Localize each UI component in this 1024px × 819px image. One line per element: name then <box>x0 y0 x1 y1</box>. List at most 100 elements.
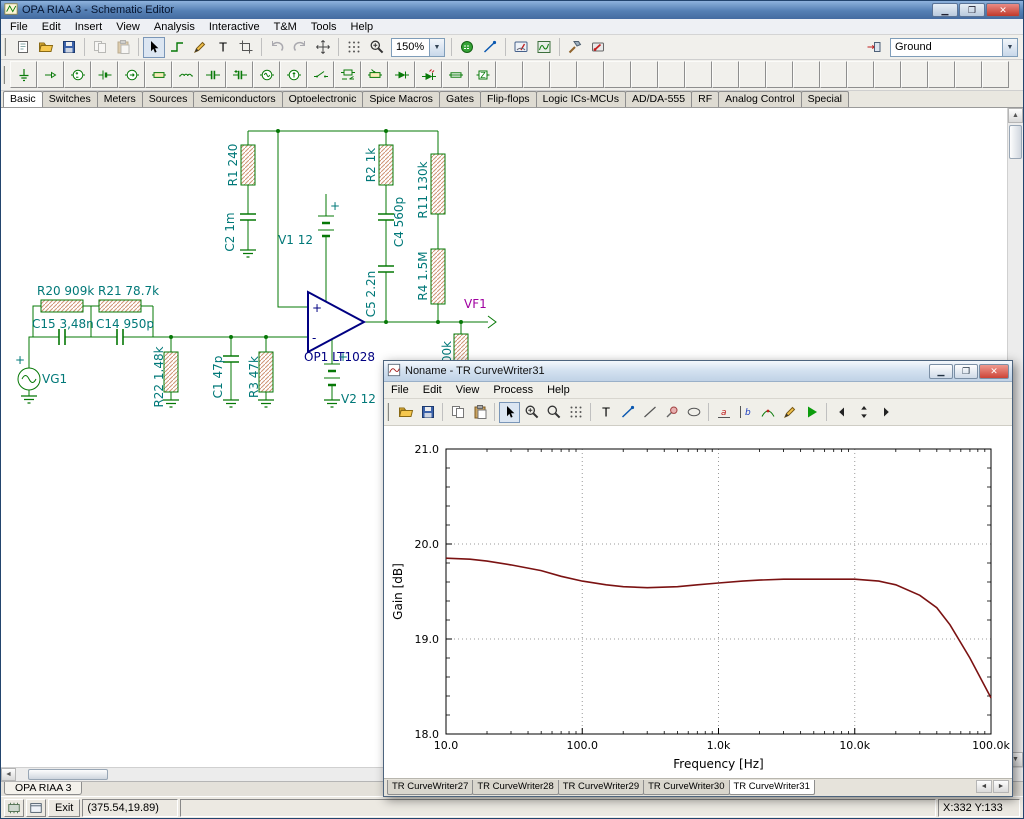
component-inductor-button[interactable] <box>172 61 199 88</box>
resistor-R20[interactable] <box>41 300 83 312</box>
sheet-tab[interactable]: OPA RIAA 3 <box>4 782 82 795</box>
scroll-left-icon[interactable]: ◄ <box>1 768 16 781</box>
slope-tool-button[interactable] <box>479 37 501 58</box>
component-diode-button[interactable] <box>388 61 415 88</box>
tab-flip-flops[interactable]: Flip-flops <box>480 91 537 107</box>
menu-item-tools[interactable]: Tools <box>304 20 344 34</box>
tab-scroll-right-icon[interactable]: ► <box>993 780 1009 793</box>
battery-V1[interactable] <box>318 216 334 236</box>
curve-line-tool-button[interactable] <box>639 402 660 423</box>
redo-button[interactable] <box>289 37 311 58</box>
tab-spice-macros[interactable]: Spice Macros <box>362 91 440 107</box>
curve-cursor-button[interactable] <box>499 402 520 423</box>
component-voltage-source-button[interactable] <box>64 61 91 88</box>
text-button[interactable]: T <box>212 37 234 58</box>
curve-text-button[interactable]: T <box>595 402 616 423</box>
menu-item-insert[interactable]: Insert <box>68 20 110 34</box>
curve-menu-item-edit[interactable]: Edit <box>416 383 449 397</box>
move-button[interactable] <box>312 37 334 58</box>
capacitor-C14[interactable] <box>117 329 123 345</box>
scroll-up-icon[interactable]: ▲ <box>1008 108 1023 123</box>
menu-item-file[interactable]: File <box>3 20 35 34</box>
curve-nav-left-button[interactable] <box>831 402 852 423</box>
component-current-source-button[interactable] <box>118 61 145 88</box>
curve-paste-button[interactable] <box>469 402 490 423</box>
curve-tab-tr-curvewriter30[interactable]: TR CurveWriter30 <box>643 780 729 795</box>
tab-semiconductors[interactable]: Semiconductors <box>193 91 282 107</box>
curve-interpolate-button[interactable] <box>757 402 778 423</box>
capacitor-C2[interactable] <box>240 214 256 220</box>
curve-copy-button[interactable] <box>447 402 468 423</box>
tab-gates[interactable]: Gates <box>439 91 481 107</box>
resistor-R22[interactable] <box>164 352 178 392</box>
curve-tab-tr-curvewriter27[interactable]: TR CurveWriter27 <box>387 780 473 795</box>
grid-button[interactable] <box>343 37 365 58</box>
curve-tab-tr-curvewriter28[interactable]: TR CurveWriter28 <box>472 780 558 795</box>
curve-maximize-button[interactable]: ❐ <box>954 364 978 379</box>
window-icon[interactable] <box>26 799 46 817</box>
resistor-R4[interactable] <box>431 249 445 304</box>
component-switch-button[interactable] <box>307 61 334 88</box>
curve-mark-a-button[interactable]: a <box>713 402 734 423</box>
output-pin-VF1[interactable] <box>488 316 496 328</box>
paste-button[interactable] <box>112 37 134 58</box>
curve-toolbar-grip[interactable] <box>387 403 391 421</box>
toolbar-grip[interactable] <box>4 38 8 56</box>
curve-writer-window[interactable]: Noname - TR CurveWriter31 ▁ ❐ ✕ FileEdit… <box>383 360 1013 797</box>
zoom-level-select[interactable]: 150%▼ <box>391 38 445 57</box>
tab-switches[interactable]: Switches <box>42 91 98 107</box>
curve-mark-b-button[interactable]: b <box>735 402 756 423</box>
copy-button[interactable] <box>89 37 111 58</box>
board-icon[interactable] <box>4 799 24 817</box>
component-resistor-button[interactable] <box>145 61 172 88</box>
menu-item-interactive[interactable]: Interactive <box>202 20 267 34</box>
curve-ellipse-button[interactable] <box>683 402 704 423</box>
tab-special[interactable]: Special <box>801 91 849 107</box>
macro-pin-button[interactable] <box>863 37 885 58</box>
menu-item-help[interactable]: Help <box>344 20 381 34</box>
tab-rf[interactable]: RF <box>691 91 719 107</box>
curve-slope-tool-button[interactable] <box>617 402 638 423</box>
horizontal-scroll-thumb[interactable] <box>28 769 108 780</box>
zoom-in-button[interactable] <box>366 37 388 58</box>
component-polarized-capacitor-button[interactable] <box>226 61 253 88</box>
new-schematic-button[interactable] <box>12 37 34 58</box>
component-current-generator-button[interactable] <box>280 61 307 88</box>
curve-tab-tr-curvewriter31[interactable]: TR CurveWriter31 <box>729 780 815 795</box>
curve-minimize-button[interactable]: ▁ <box>929 364 953 379</box>
tab-scroll-left-icon[interactable]: ◄ <box>976 780 992 793</box>
resistor-R21[interactable] <box>99 300 141 312</box>
save-button[interactable] <box>58 37 80 58</box>
resistor-R11[interactable] <box>431 154 445 214</box>
component-toolbar-grip[interactable] <box>3 66 7 84</box>
tab-meters[interactable]: Meters <box>97 91 143 107</box>
resistors[interactable] <box>41 145 468 392</box>
curve-grid-button[interactable] <box>565 402 586 423</box>
chevron-down-icon[interactable]: ▼ <box>429 39 444 56</box>
curve-pen-button[interactable] <box>779 402 800 423</box>
curve-save-button[interactable] <box>417 402 438 423</box>
dc-analysis-button[interactable] <box>456 37 478 58</box>
vertical-scroll-thumb[interactable] <box>1009 125 1022 159</box>
close-button[interactable]: ✕ <box>986 3 1020 17</box>
component-z-connector-button[interactable]: Z <box>469 61 496 88</box>
capacitor-C5[interactable] <box>378 266 394 272</box>
menu-item-analysis[interactable]: Analysis <box>147 20 202 34</box>
menu-item-view[interactable]: View <box>109 20 147 34</box>
component-io-pin-button[interactable] <box>37 61 64 88</box>
resistor-R1[interactable] <box>241 145 255 185</box>
component-potentiometer-button[interactable] <box>361 61 388 88</box>
wire-button[interactable] <box>166 37 188 58</box>
exit-button[interactable]: Exit <box>48 799 80 817</box>
curve-close-button[interactable]: ✕ <box>979 364 1009 379</box>
tab-basic[interactable]: Basic <box>3 91 43 107</box>
menu-item-edit[interactable]: Edit <box>35 20 68 34</box>
tab-sources[interactable]: Sources <box>142 91 195 107</box>
voltmeter-button[interactable] <box>510 37 532 58</box>
curve-zoom-100-button[interactable] <box>543 402 564 423</box>
component-battery-button[interactable] <box>91 61 118 88</box>
curve-menu-item-file[interactable]: File <box>384 383 416 397</box>
curve-open-folder-button[interactable] <box>395 402 416 423</box>
curve-zoom-in-button[interactable] <box>521 402 542 423</box>
maximize-button[interactable]: ❐ <box>959 3 985 17</box>
